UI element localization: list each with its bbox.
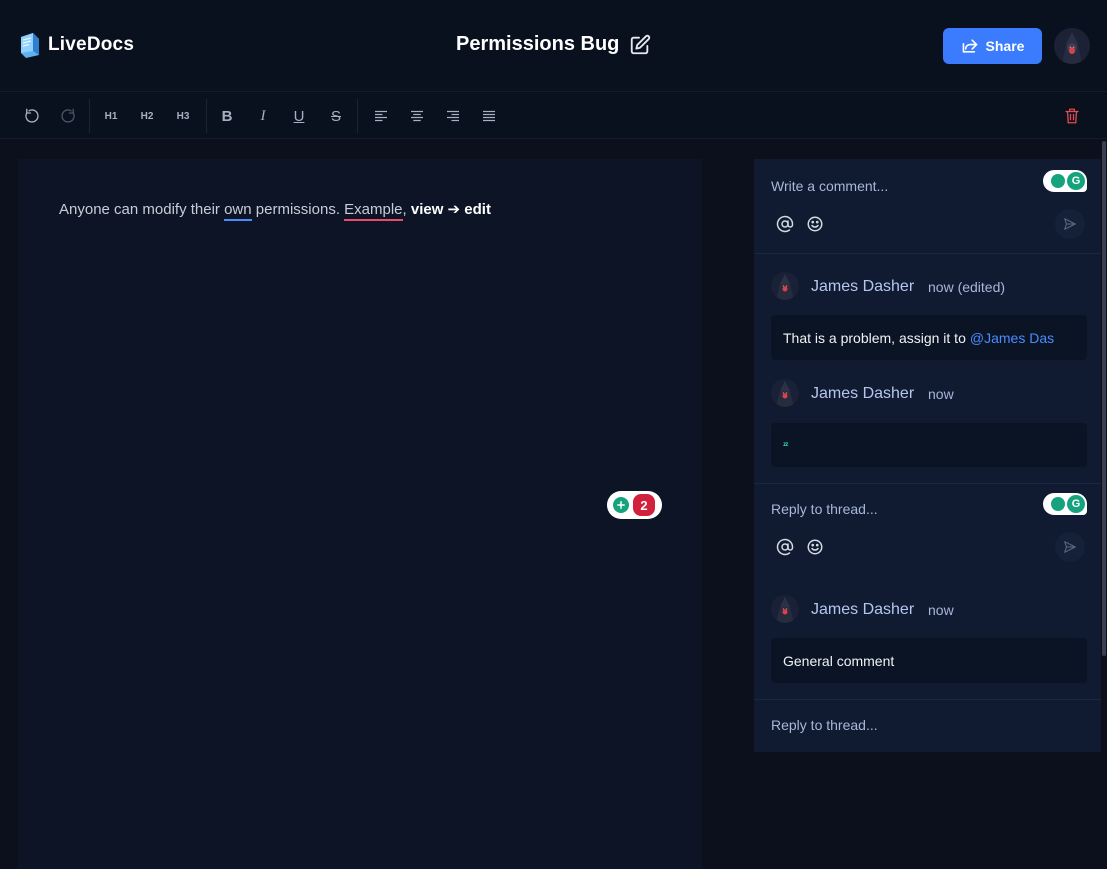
strikethrough-button[interactable]: S (324, 104, 348, 128)
align-right-icon (447, 110, 459, 122)
grammarly-suggestion-icon (1051, 497, 1065, 511)
text-segment: , (402, 201, 411, 218)
trash-icon (1065, 108, 1079, 124)
app-logo[interactable]: LiveDocs (18, 31, 134, 59)
grammarly-button[interactable]: 2 (607, 491, 662, 519)
edit-title-icon[interactable] (629, 34, 651, 56)
redo-button[interactable] (56, 104, 80, 128)
align-justify-icon (483, 110, 495, 122)
undo-button[interactable] (20, 104, 44, 128)
grammarly-issue-count: 2 (633, 494, 655, 516)
scrollbar-thumb[interactable] (1102, 141, 1106, 656)
formatting-toolbar: H1 H2 H3 B I U S (0, 93, 1107, 139)
send-reply-button[interactable] (1055, 532, 1085, 562)
comment-author-name: James Dasher (811, 385, 915, 402)
align-right-button[interactable] (441, 104, 465, 128)
send-comment-button[interactable] (1055, 209, 1085, 239)
comment-author-name: James Dasher (811, 601, 915, 618)
comment-author-name: James Dasher (811, 278, 915, 295)
share-icon (962, 39, 977, 53)
underline-button[interactable]: U (287, 104, 311, 128)
new-comment-input[interactable]: Write a comment... (771, 178, 888, 194)
grammarly-widget[interactable]: G (1043, 493, 1087, 515)
smile-icon (807, 539, 823, 555)
at-sign-icon (776, 215, 794, 233)
toolbar-divider (89, 99, 90, 133)
bold-button[interactable]: B (215, 104, 239, 128)
send-icon (1064, 218, 1076, 230)
emoji-button[interactable] (805, 537, 825, 557)
mention-button[interactable] (775, 537, 795, 557)
undo-icon (25, 108, 39, 123)
comment-body: ᶻᶻ (771, 423, 1087, 467)
comment-text: That is a problem, assign it to (783, 329, 966, 346)
divider (754, 253, 1101, 254)
header: LiveDocs Permissions Bug Share (0, 0, 1107, 92)
toolbar-divider (206, 99, 207, 133)
sleeping-emoji: ᶻᶻ (783, 440, 788, 450)
comment-author-avatar (771, 595, 799, 623)
toolbar-divider (357, 99, 358, 133)
divider (754, 483, 1101, 484)
comment-author-avatar (771, 272, 799, 300)
align-center-icon (411, 110, 423, 122)
reply-input[interactable]: Reply to thread... (771, 717, 878, 733)
smile-icon (807, 216, 823, 232)
text-segment: permissions. (251, 201, 345, 218)
comment-timestamp: now (928, 386, 954, 402)
spelling-suggestion-own[interactable]: own (224, 201, 252, 221)
share-button[interactable]: Share (943, 28, 1042, 64)
text-segment: Anyone can modify their (59, 201, 225, 218)
spelling-error-example[interactable]: Example (344, 201, 403, 221)
document-title[interactable]: Permissions Bug (456, 33, 619, 56)
logo-icon (21, 33, 39, 58)
editor-paragraph[interactable]: Anyone can modify their own permissions.… (59, 200, 491, 221)
grammarly-g-icon: G (1067, 172, 1085, 190)
heading-3-button[interactable]: H3 (171, 104, 195, 128)
align-left-button[interactable] (369, 104, 393, 128)
user-avatar[interactable] (1054, 28, 1090, 64)
share-label: Share (985, 38, 1025, 54)
heading-2-button[interactable]: H2 (135, 104, 159, 128)
comment-mention[interactable]: @James Das (970, 330, 1054, 346)
bold-text: view ➔ edit (410, 201, 491, 218)
delete-document-button[interactable] (1060, 104, 1084, 128)
document-title-area: Permissions Bug (456, 33, 651, 56)
at-sign-icon (776, 538, 794, 556)
editor-area[interactable]: Anyone can modify their own permissions.… (18, 159, 702, 869)
comment-timestamp: now (928, 602, 954, 618)
comment-body: That is a problem, assign it to @James Da… (771, 315, 1087, 360)
grammarly-suggestion-icon (1051, 174, 1065, 188)
heading-1-button[interactable]: H1 (99, 104, 123, 128)
send-icon (1064, 541, 1076, 553)
italic-button[interactable]: I (251, 104, 275, 128)
grammarly-g-icon: G (1067, 495, 1085, 513)
lightbulb-icon (613, 497, 629, 513)
align-justify-button[interactable] (477, 104, 501, 128)
comment-timestamp: now (edited) (928, 279, 1006, 295)
comment-text: General comment (783, 652, 895, 669)
mention-button[interactable] (775, 214, 795, 234)
align-left-icon (375, 110, 387, 122)
divider (754, 699, 1101, 700)
comment-author-avatar (771, 379, 799, 407)
align-center-button[interactable] (405, 104, 429, 128)
avatar-image (1054, 28, 1090, 64)
comment-body: General comment (771, 638, 1087, 683)
app-name: LiveDocs (48, 34, 135, 55)
reply-input[interactable]: Reply to thread... (771, 501, 878, 517)
emoji-button[interactable] (805, 214, 825, 234)
redo-icon (61, 108, 75, 123)
grammarly-widget[interactable]: G (1043, 170, 1087, 192)
